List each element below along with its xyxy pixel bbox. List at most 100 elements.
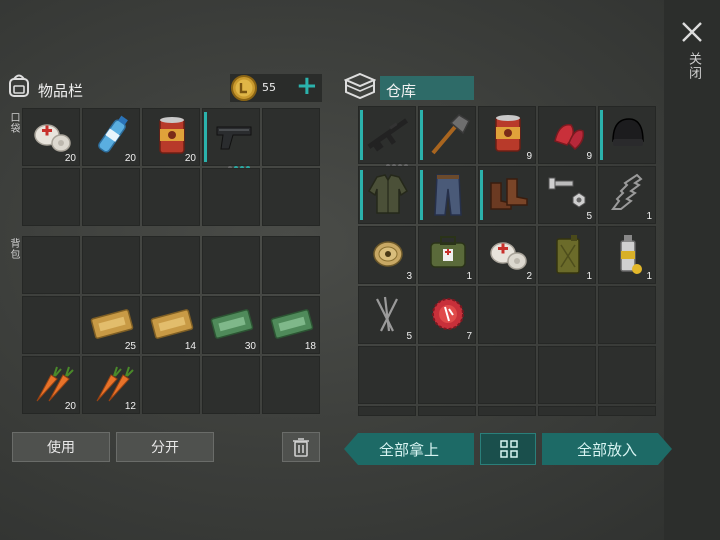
storage-slot[interactable]: 1 — [418, 226, 476, 284]
item-count: 20 — [184, 153, 196, 164]
item-count: 5 — [406, 331, 412, 342]
item-count: 9 — [526, 151, 532, 162]
backpack-icon — [6, 72, 32, 98]
side-strip — [664, 0, 720, 540]
backpack-label: 背包 — [8, 238, 19, 260]
pocket-slot-3[interactable]: 20 — [142, 108, 200, 166]
pocket-slot-4[interactable] — [202, 108, 260, 170]
item-count: 1 — [646, 271, 652, 282]
shovel-icon — [431, 114, 470, 155]
storage-slot[interactable]: 3 — [358, 226, 416, 284]
storage-slot[interactable] — [538, 406, 596, 416]
jacket-icon — [368, 174, 408, 214]
storage-slot[interactable] — [598, 406, 656, 416]
backpack-slot[interactable]: 25 — [82, 296, 140, 354]
storage-slot[interactable] — [358, 406, 416, 416]
storage-slot[interactable] — [418, 166, 476, 224]
storage-slot[interactable] — [538, 346, 596, 404]
backpack-slot[interactable]: 14 — [142, 296, 200, 354]
item-count: 7 — [466, 331, 472, 342]
backpack-slot[interactable] — [142, 236, 200, 294]
item-count: 1 — [646, 211, 652, 222]
pants-icon — [434, 174, 462, 216]
pocket-slot-2[interactable]: 20 — [82, 108, 140, 166]
pocket-slot-6[interactable] — [22, 168, 80, 226]
backpack-slot[interactable] — [142, 356, 200, 414]
storage-slot[interactable] — [418, 406, 476, 416]
storage-slot[interactable]: 1 — [598, 226, 656, 284]
close-icon — [682, 22, 702, 42]
storage-slot[interactable] — [478, 166, 536, 224]
storage-slot[interactable]: 1 — [598, 166, 656, 224]
storage-title: 仓库 — [386, 82, 417, 100]
storage-box-icon — [343, 72, 377, 100]
storage-slot[interactable] — [358, 346, 416, 404]
grid-sort-icon — [500, 440, 518, 458]
storage-slot[interactable] — [418, 106, 476, 164]
sort-button[interactable] — [480, 433, 536, 465]
backpack-slot[interactable] — [22, 296, 80, 354]
storage-slot[interactable] — [478, 286, 536, 344]
pocket-slot-9[interactable] — [202, 168, 260, 226]
pocket-label: 口袋 — [8, 112, 19, 134]
storage-slot[interactable] — [538, 286, 596, 344]
storage-slot[interactable]: 1 — [538, 226, 596, 284]
item-count: 5 — [586, 211, 592, 222]
boots-icon — [490, 178, 528, 210]
item-count: 3 — [406, 271, 412, 282]
pocket-slot-10[interactable] — [262, 168, 320, 226]
storage-slot[interactable] — [358, 106, 416, 168]
backpack-slot[interactable]: 12 — [82, 356, 140, 414]
backpack-slot[interactable] — [202, 356, 260, 414]
backpack-slot[interactable] — [82, 236, 140, 294]
storage-slot[interactable] — [478, 406, 536, 416]
backpack-slot[interactable]: 20 — [22, 356, 80, 414]
add-coins-button[interactable]: + — [296, 70, 318, 102]
use-button[interactable]: 使用 — [12, 432, 110, 462]
backpack-slot[interactable] — [262, 356, 320, 414]
item-count: 9 — [586, 151, 592, 162]
storage-slot[interactable]: 5 — [538, 166, 596, 224]
item-count: 20 — [64, 153, 76, 164]
inventory-title: 物品栏 — [38, 82, 84, 100]
close-label: 关闭 — [686, 52, 701, 80]
item-count: 18 — [304, 341, 316, 352]
item-count: 20 — [64, 401, 76, 412]
backpack-slot[interactable] — [262, 236, 320, 294]
pocket-slot-7[interactable] — [82, 168, 140, 226]
item-count: 1 — [586, 271, 592, 282]
backpack-slot[interactable] — [202, 236, 260, 294]
coin-icon — [230, 74, 258, 102]
storage-slot[interactable] — [358, 166, 416, 224]
item-count: 1 — [466, 271, 472, 282]
storage-slot[interactable]: 9 — [538, 106, 596, 164]
storage-slot[interactable] — [418, 346, 476, 404]
backpack-slot[interactable]: 30 — [202, 296, 260, 354]
split-button[interactable]: 分开 — [116, 432, 214, 462]
put-all-button[interactable]: 全部放入 — [542, 433, 672, 465]
storage-slot[interactable] — [598, 346, 656, 404]
pistol-icon — [216, 126, 252, 150]
storage-slot[interactable] — [598, 286, 656, 344]
item-count: 14 — [184, 341, 196, 352]
item-count: 30 — [244, 341, 256, 352]
beanie-icon — [612, 118, 644, 146]
pocket-slot-8[interactable] — [142, 168, 200, 226]
backpack-slot[interactable]: 18 — [262, 296, 320, 354]
storage-slot[interactable]: 2 — [478, 226, 536, 284]
storage-slot[interactable] — [598, 106, 656, 164]
item-count: 20 — [124, 153, 136, 164]
take-all-button[interactable]: 全部拿上 — [344, 433, 474, 465]
storage-slot[interactable]: 7 — [418, 286, 476, 344]
item-count: 12 — [124, 401, 136, 412]
storage-slot[interactable]: 5 — [358, 286, 416, 344]
pocket-slot-5[interactable] — [262, 108, 320, 166]
storage-slot[interactable]: 9 — [478, 106, 536, 164]
item-count: 2 — [526, 271, 532, 282]
close-button[interactable] — [680, 20, 704, 44]
pocket-slot-1[interactable]: 20 — [22, 108, 80, 166]
backpack-slot[interactable] — [22, 236, 80, 294]
delete-button[interactable] — [282, 432, 320, 462]
storage-slot[interactable] — [478, 346, 536, 404]
item-count: 25 — [124, 341, 136, 352]
